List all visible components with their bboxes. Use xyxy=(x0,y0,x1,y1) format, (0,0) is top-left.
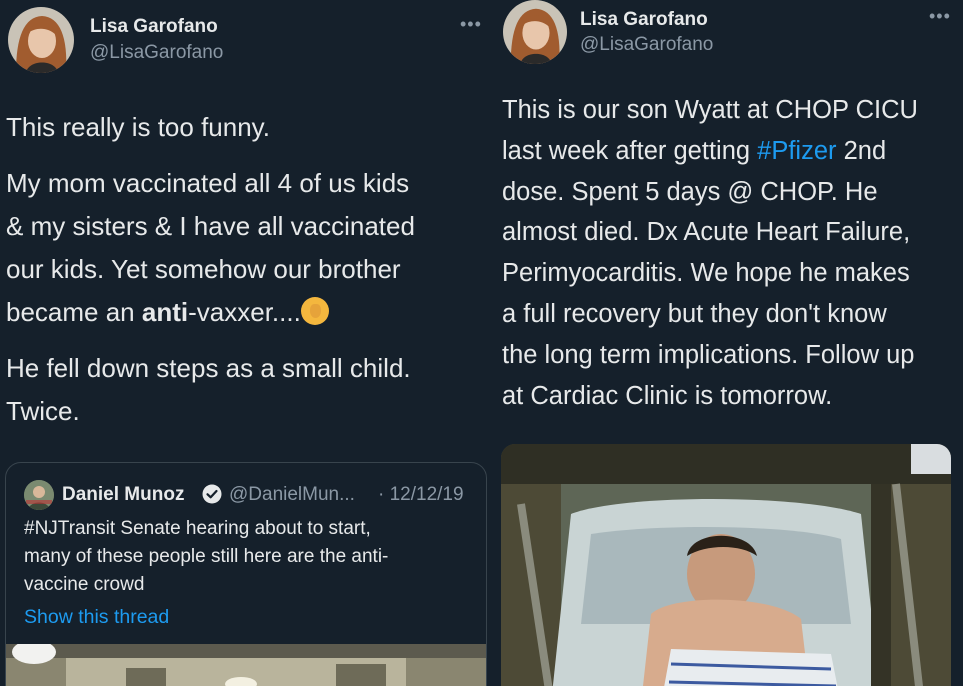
text-segment: became an xyxy=(6,297,142,327)
author-handle[interactable]: @LisaGarofano xyxy=(580,34,713,56)
tweet-line: a full recovery but they don't know xyxy=(502,299,887,328)
author-name[interactable]: Lisa Garofano xyxy=(90,16,218,38)
verified-badge-icon xyxy=(202,484,222,504)
quoted-avatar-image xyxy=(24,480,54,510)
tweet-line: & my sisters & I have all vaccinated xyxy=(6,211,415,241)
quoted-line: many of these people still here are the … xyxy=(24,546,389,567)
tweet-paragraph: This really is too funny. xyxy=(6,112,270,142)
facepalm-emoji-icon xyxy=(300,297,329,325)
tweet-line: My mom vaccinated all 4 of us kids xyxy=(6,168,410,198)
author-name[interactable]: Lisa Garofano xyxy=(580,9,708,31)
avatar[interactable] xyxy=(503,0,567,64)
tweet-line: He fell down steps as a small child. xyxy=(6,353,411,383)
text-segment: last week after getting xyxy=(502,136,758,165)
tweet-line: almost died. Dx Acute Heart Failure, xyxy=(502,218,911,247)
tweet-line: the long term implications. Follow up xyxy=(502,340,915,369)
tweet-body: This really is too funny. My mom vaccina… xyxy=(6,106,486,433)
tweet-line: dose. Spent 5 days @ CHOP. He xyxy=(502,177,878,206)
quoted-author-handle[interactable]: @DanielMun... xyxy=(229,484,355,506)
left-tweet: Lisa Garofano @LisaGarofano ••• This rea… xyxy=(0,0,493,686)
tweet-line: our kids. Yet somehow our brother xyxy=(6,254,401,284)
hashtag-link[interactable]: #Pfizer xyxy=(757,137,836,165)
quoted-text: #NJTransit Senate hearing about to start… xyxy=(24,515,464,599)
quoted-line: #NJTransit Senate hearing about to start… xyxy=(24,518,371,539)
tweet-line: became an anti-vaxxer.... xyxy=(6,291,486,334)
tweet-line: This is our son Wyatt at CHOP CICU xyxy=(502,96,918,124)
avatar-image xyxy=(503,0,567,64)
quoted-author-name[interactable]: Daniel Munoz xyxy=(62,484,184,506)
more-options-icon[interactable]: ••• xyxy=(460,14,482,35)
author-handle[interactable]: @LisaGarofano xyxy=(90,42,223,64)
tweet-line: at Cardiac Clinic is tomorrow. xyxy=(502,381,833,410)
tweet-line: Twice. xyxy=(6,396,80,426)
text-segment: -vaxxer.... xyxy=(188,297,301,327)
tweet-body: This is our son Wyatt at CHOP CICU last … xyxy=(502,90,960,416)
right-tweet: Lisa Garofano @LisaGarofano ••• This is … xyxy=(493,0,963,686)
bold-text: anti xyxy=(141,297,189,327)
quoted-media-image[interactable] xyxy=(6,644,486,686)
tweet-media-photo[interactable] xyxy=(501,444,951,686)
show-thread-link[interactable]: Show this thread xyxy=(24,606,169,629)
quoted-date[interactable]: · 12/12/19 xyxy=(378,484,464,506)
more-options-icon[interactable]: ••• xyxy=(929,6,951,27)
quoted-avatar[interactable] xyxy=(24,480,54,510)
text-segment: 2nd xyxy=(836,136,887,165)
quoted-line: vaccine crowd xyxy=(24,574,145,595)
avatar-image xyxy=(8,7,74,73)
tweet-line: Perimyocarditis. We hope he makes xyxy=(502,259,910,288)
tweet-line: last week after getting #Pfizer 2nd xyxy=(502,131,960,172)
quoted-tweet[interactable]: Daniel Munoz @DanielMun... · 12/12/19 #N… xyxy=(5,462,487,686)
avatar[interactable] xyxy=(8,7,74,73)
